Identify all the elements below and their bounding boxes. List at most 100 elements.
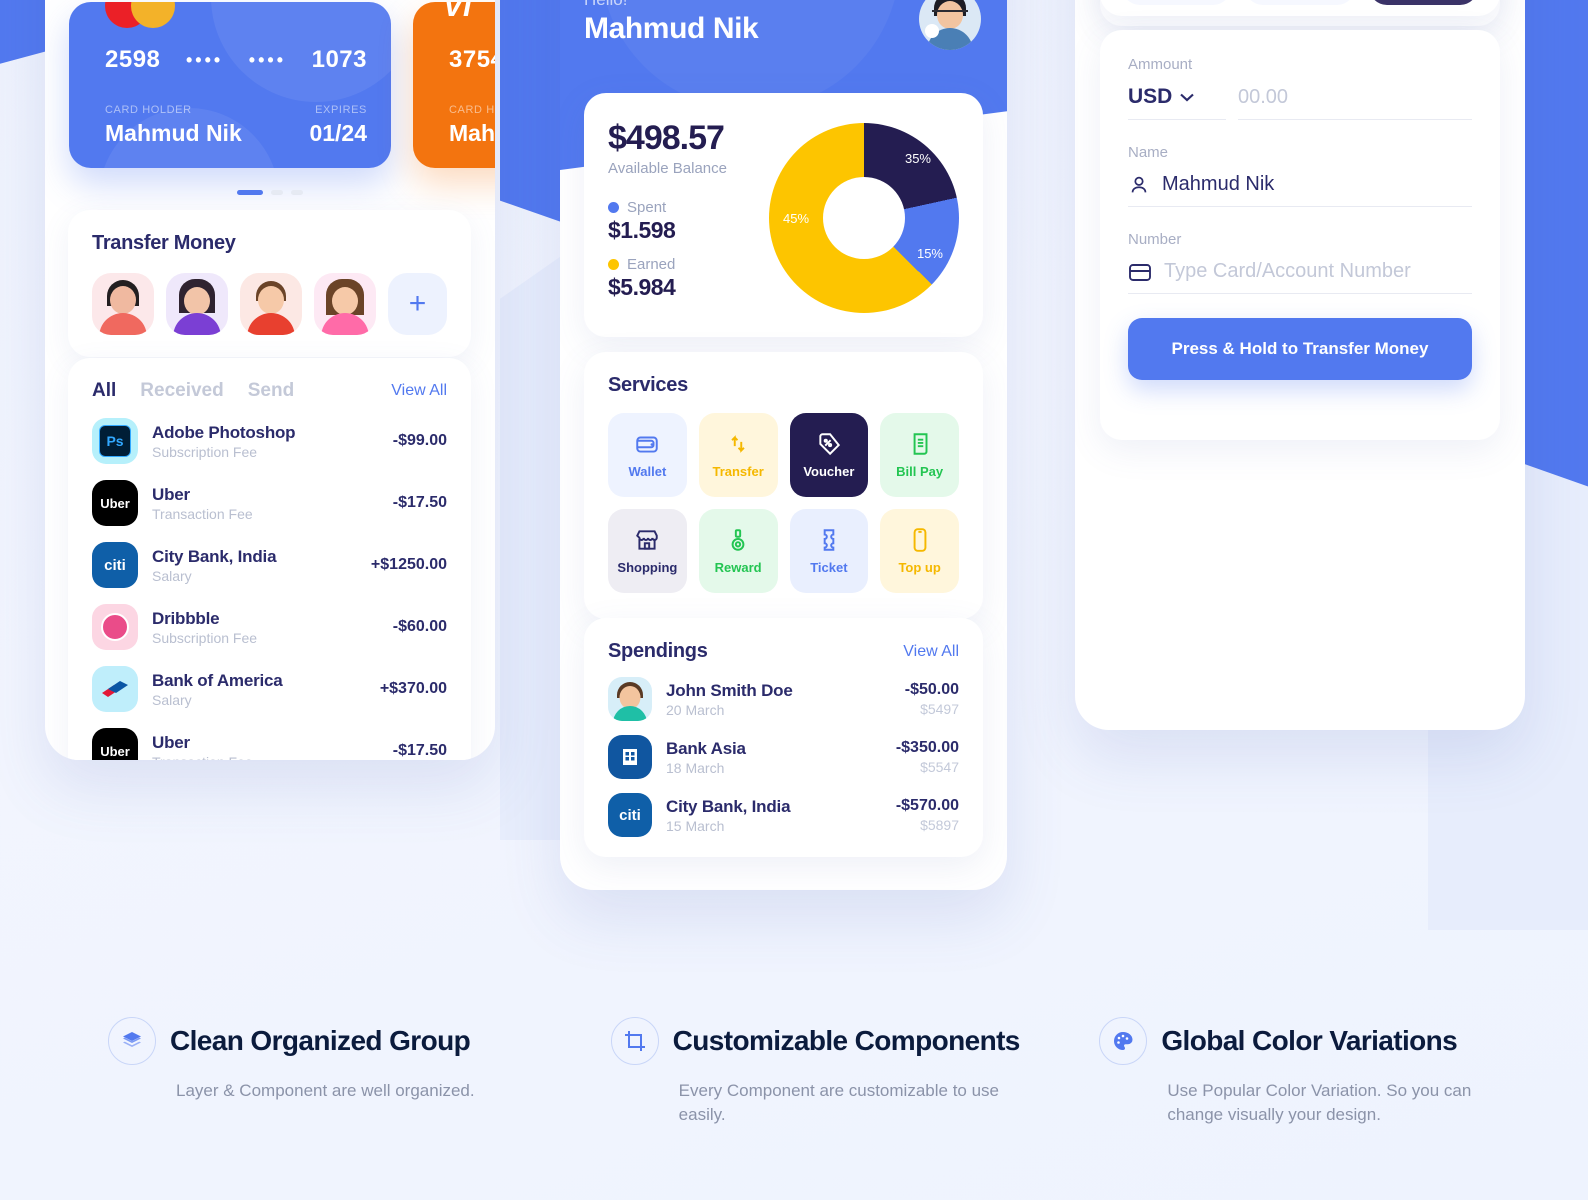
services-grid[interactable]: Wallet Transfer Voucher Bill Pay Shoppin… [608,413,959,593]
features-section: Clean Organized Group Layer & Component … [0,1016,1588,1128]
payee-more-maclean[interactable]: +5 MacLean 0271 9987 [1368,0,1478,5]
table-row[interactable]: Bank of America Salary +$370.00 [92,666,447,712]
dribbble-icon [92,604,138,650]
spendings-title: Spendings [608,640,708,662]
avatar[interactable] [919,0,981,50]
currency-value: USD [1128,85,1173,108]
greeting-name: Mahmud Nik [584,12,759,45]
pager-dot-2[interactable] [271,190,283,195]
avatar-man-red[interactable] [240,273,302,335]
card-number-mask-2: •••• [248,49,287,70]
transactions-view-all-link[interactable]: View All [391,382,447,400]
legend-value-spent: $1.598 [608,217,676,243]
amount-label: Ammount [1128,56,1193,73]
feature-heading: Customizable Components [610,1016,1100,1065]
carousel-pagination[interactable] [45,190,495,195]
tab-all[interactable]: All [92,380,116,402]
number-field-group: Number Type Card/Account Number [1128,231,1472,294]
legend-value-earned: $5.984 [608,274,676,300]
transaction-info: City Bank, India Salary [152,547,371,584]
card-carousel[interactable]: 2598 •••• •••• 1073 CARD HOLDER Mahmud N… [45,2,495,168]
service-label: Reward [714,560,762,575]
available-balance-amount: $498.57 [608,119,725,157]
service-reward[interactable]: Reward [698,509,778,593]
card-number-part-4: 1073 [311,46,367,73]
recent-payees-list[interactable]: Crockett 1007 9087 Brionna 2561 1881 [1122,0,1478,5]
feature-title: Global Color Variations [1161,1024,1458,1056]
mastercard-icon [105,2,175,28]
table-row[interactable]: Uber Uber Transaction Fee -$17.50 [92,480,447,526]
tab-received[interactable]: Received [140,380,223,402]
service-bill-pay[interactable]: Bill Pay [880,413,959,497]
transaction-amount: +$1250.00 [370,556,447,573]
avatar-woman-curly[interactable] [314,273,376,335]
service-shopping[interactable]: Shopping [608,509,687,593]
service-transfer[interactable]: Transfer [698,413,778,497]
spending-amount: -$50.00 [904,681,959,698]
add-payee-button[interactable]: + [388,273,447,335]
spendings-view-all-link[interactable]: View All [903,643,959,661]
legend-row: Earned [608,256,769,273]
transaction-info: Uber Transaction Fee [152,733,393,761]
topup-icon [913,528,927,552]
service-wallet[interactable]: Wallet [608,413,687,497]
avatar-woman-glasses[interactable] [166,273,228,335]
feature-description: Layer & Component are well organized. [176,1080,475,1100]
amount-placeholder: 00.00 [1238,86,1289,108]
bank-asia-icon [608,735,652,779]
service-label: Shopping [617,560,678,575]
spending-balance: $5547 [920,759,959,775]
avatar-john [608,677,652,721]
number-input[interactable]: Type Card/Account Number [1128,260,1472,294]
transaction-name: City Bank, India [152,546,277,566]
citi-icon: citi [92,542,138,588]
number-placeholder: Type Card/Account Number [1164,260,1411,282]
card-footer: CARD HOLDER Mahmud Nik EXPIRES 01/24 [105,104,367,147]
pager-dot-1[interactable] [237,190,263,195]
transfer-avatar-list[interactable]: + [92,273,447,335]
table-row[interactable]: Ps Adobe Photoshop Subscription Fee -$99… [92,418,447,464]
legend-label-earned: Earned [627,256,676,273]
feature-heading: Global Color Variations [1099,1016,1588,1065]
card-holder-block: CARD HOLDER Mahmud Nik [105,104,242,147]
list-item[interactable]: John Smith Doe 20 March -$50.00 $5497 [608,677,959,721]
shopping-icon [636,530,659,550]
payee-brionna[interactable]: Brionna 2561 1881 [1245,0,1355,5]
feature-title: Clean Organized Group [170,1024,471,1056]
bank-card-primary[interactable]: 2598 •••• •••• 1073 CARD HOLDER Mahmud N… [69,2,391,168]
card-holder-name: Mah [449,120,495,146]
spending-name: Bank Asia [666,738,746,758]
greeting-block: Hello! Mahmud Nik [584,0,759,46]
phone-right: Mahmud Nik 01/24 Debit $498.57 Recent Pa… [1075,0,1525,730]
feature-description: Use Popular Color Variation. So you can … [1167,1080,1472,1125]
transaction-tabs[interactable]: All Received Send View All [92,380,447,402]
legend-label-spent: Spent [627,199,667,216]
card-expires-value: 01/24 [309,120,367,146]
list-item[interactable]: Bank Asia 18 March -$350.00 $5547 [608,735,959,779]
service-ticket[interactable]: Ticket [789,509,869,593]
amount-input[interactable]: 00.00 [1238,85,1472,120]
list-item[interactable]: citi City Bank, India 15 March -$570.00 … [608,793,959,837]
pager-dot-3[interactable] [291,190,303,195]
service-voucher[interactable]: Voucher [789,413,869,497]
table-row[interactable]: citi City Bank, India Salary +$1250.00 [92,542,447,588]
bank-card-secondary[interactable]: VI 3754 CARD HO Mah [413,2,495,168]
transfer-money-button[interactable]: Press & Hold to Transfer Money [1128,318,1472,380]
donut-chart: 35% 15% 45% [769,123,959,313]
transaction-name: Uber [152,484,190,504]
tab-send[interactable]: Send [248,380,294,402]
table-row[interactable]: Uber Uber Transaction Fee -$17.50 [92,728,447,760]
recent-payees-panel: Recent Payees Crockett 1007 9087 [1100,0,1500,16]
card-number-part-1: 3754 [449,46,495,73]
currency-select[interactable]: USD [1128,85,1226,120]
chevron-down-icon [1180,93,1195,101]
avatar-woman-bun[interactable] [92,273,154,335]
name-label: Name [1128,144,1169,161]
service-top-up[interactable]: Top up [880,509,959,593]
table-row[interactable]: Dribbble Subscription Fee -$60.00 [92,604,447,650]
feature-clean-organized-group: Clean Organized Group Layer & Component … [108,1016,597,1128]
name-input[interactable]: Mahmud Nik [1128,173,1472,207]
payee-crockett[interactable]: Crockett 1007 9087 [1122,0,1232,5]
left-screen: 2598 •••• •••• 1073 CARD HOLDER Mahmud N… [45,0,495,760]
card-expiry-block: EXPIRES 01/24 [309,104,367,147]
